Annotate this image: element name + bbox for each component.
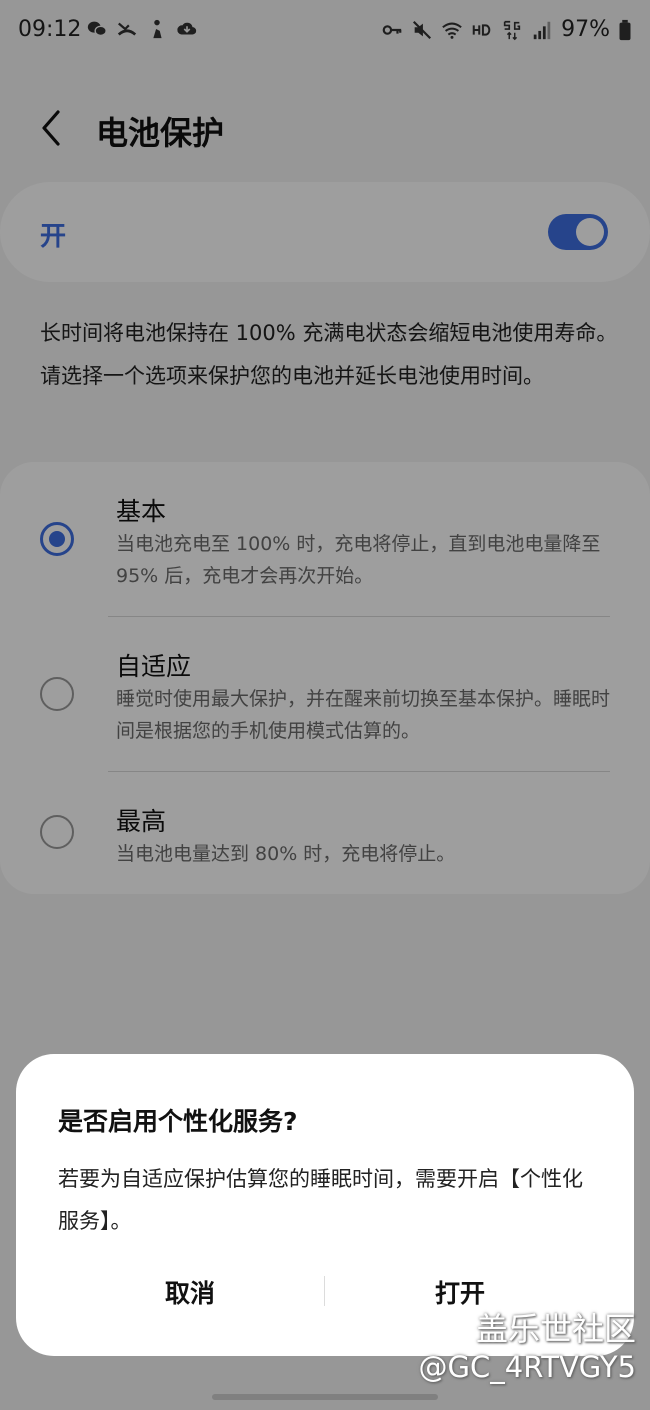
watermark-user: @GC_4RTVGY5 <box>418 1350 636 1384</box>
dialog-message: 若要为自适应保护估算您的睡眠时间，需要开启【个性化服务】。 <box>58 1167 583 1233</box>
watermark-community: 盖乐世社区 <box>475 1310 636 1348</box>
home-indicator[interactable] <box>212 1394 438 1400</box>
dialog-title: 是否启用个性化服务? <box>58 1107 298 1136</box>
cancel-button[interactable]: 取消 <box>60 1262 320 1322</box>
button-separator <box>324 1276 325 1306</box>
